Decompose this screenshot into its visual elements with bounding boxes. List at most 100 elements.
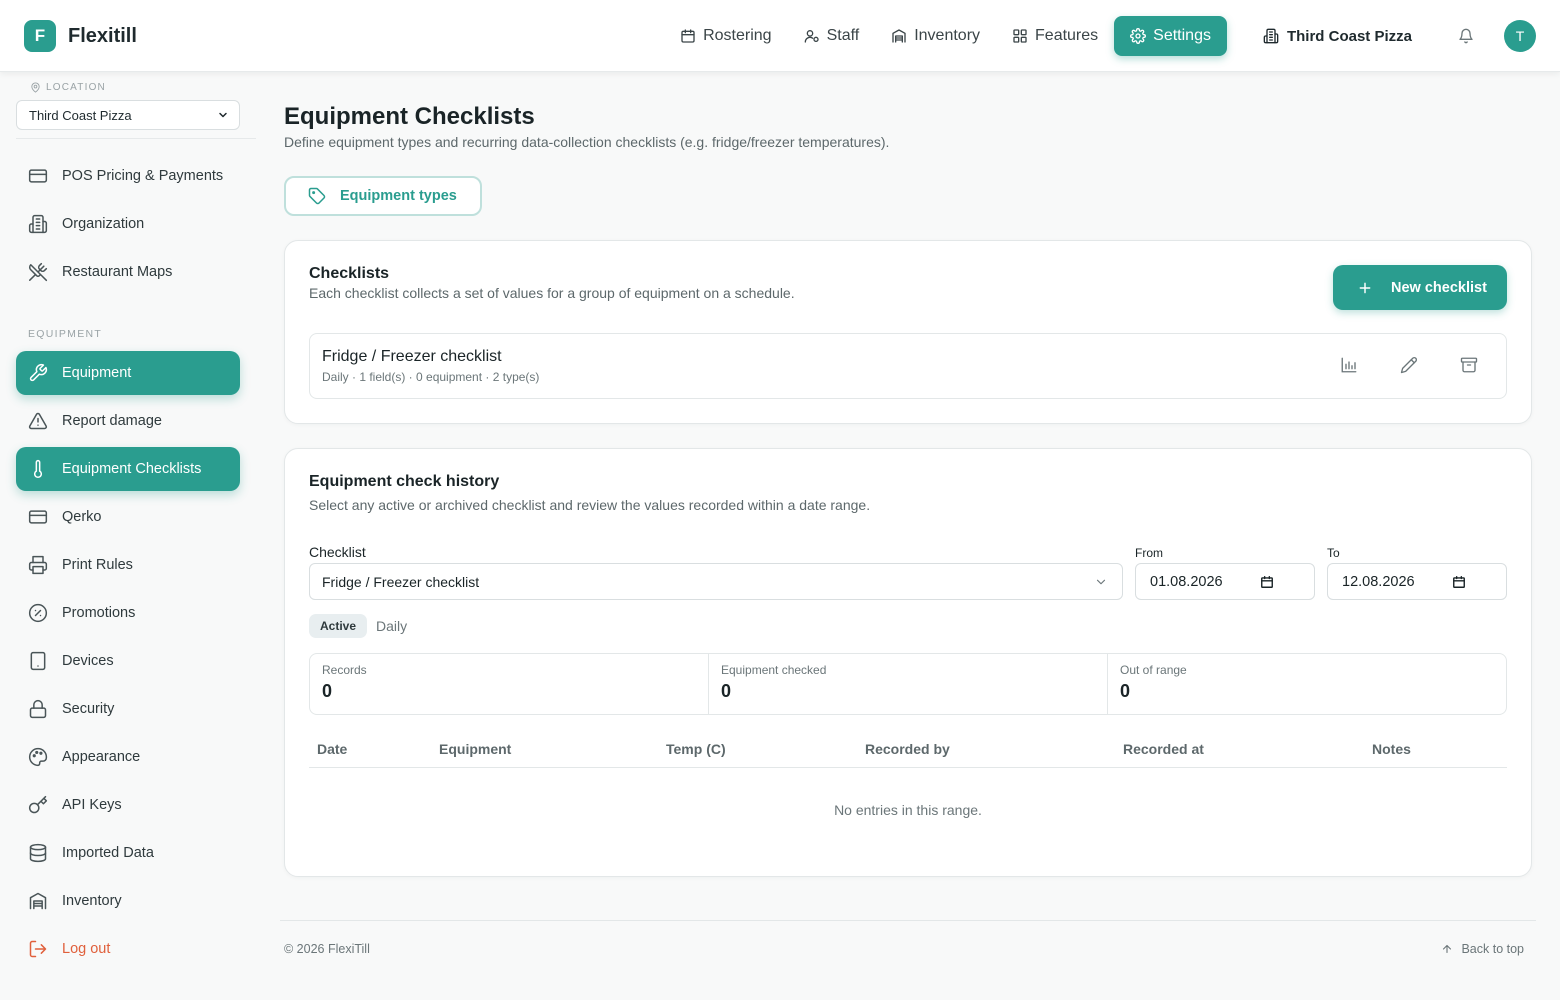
from-date-input[interactable]: 01.08.2026 xyxy=(1135,563,1315,600)
back-to-top-link[interactable]: Back to top xyxy=(1441,942,1524,956)
sidebar-item-label: Report damage xyxy=(62,413,162,429)
sidebar-item-promotions[interactable]: Promotions xyxy=(16,591,240,635)
thermometer-icon xyxy=(33,459,43,479)
brand-name: Flexitill xyxy=(68,24,137,47)
top-bar: F Flexitill Rostering Staff Inventory Fe… xyxy=(0,0,1560,72)
nav-inventory[interactable]: Inventory xyxy=(875,16,996,56)
sidebar-item-label: Devices xyxy=(62,653,114,669)
to-date-input[interactable]: 12.08.2026 xyxy=(1327,563,1507,600)
checklists-title: Checklists xyxy=(309,265,390,282)
column-header-temp[interactable]: Temp (C) xyxy=(666,741,726,757)
sidebar-item-label: Appearance xyxy=(62,749,141,765)
database-icon xyxy=(29,843,47,863)
column-header-recorded-by[interactable]: Recorded by xyxy=(865,741,950,757)
new-checklist-button[interactable]: New checklist xyxy=(1333,265,1507,310)
checklist-archive-button[interactable] xyxy=(1460,356,1480,376)
sidebar-divider xyxy=(16,138,256,139)
tablet-icon xyxy=(30,651,46,671)
sidebar-item-label: POS Pricing & Payments xyxy=(62,168,224,184)
stat-records: Records 0 xyxy=(310,654,709,714)
footer-copyright: © 2026 FlexiTill xyxy=(284,942,370,956)
sidebar-item-api-keys[interactable]: API Keys xyxy=(16,783,240,827)
brand[interactable]: F Flexitill xyxy=(24,20,137,52)
history-title: Equipment check history xyxy=(309,473,500,490)
equipment-types-button[interactable]: Equipment types xyxy=(284,176,482,216)
stat-label: Records xyxy=(322,663,367,677)
back-to-top-label: Back to top xyxy=(1461,942,1524,956)
sidebar-item-equipment[interactable]: Equipment xyxy=(16,351,240,395)
bar-chart-icon xyxy=(1341,357,1357,373)
pencil-icon xyxy=(1400,357,1417,374)
sidebar-item-logout[interactable]: Log out xyxy=(16,927,240,971)
equipment-types-label: Equipment types xyxy=(340,188,457,204)
palette-icon xyxy=(29,747,48,767)
history-card: Equipment check history Select any activ… xyxy=(284,448,1532,877)
sidebar-item-label: Inventory xyxy=(62,893,122,909)
sidebar-item-organization[interactable]: Organization xyxy=(16,202,240,246)
lock-icon xyxy=(29,699,47,719)
sidebar-item-inventory[interactable]: Inventory xyxy=(16,879,240,923)
sidebar-section-equipment: EQUIPMENT xyxy=(28,328,103,340)
sidebar-item-security[interactable]: Security xyxy=(16,687,240,731)
printer-icon xyxy=(28,555,48,575)
sidebar-item-label: Equipment Checklists xyxy=(62,461,202,477)
sidebar-item-label: Equipment xyxy=(62,365,132,381)
stat-value: 0 xyxy=(1120,681,1131,701)
sidebar-item-print-rules[interactable]: Print Rules xyxy=(16,543,240,587)
building-icon xyxy=(28,214,48,234)
utensils-icon xyxy=(28,262,48,282)
checklist-select[interactable]: Fridge / Freezer checklist xyxy=(309,563,1123,600)
checklist-stats-button[interactable] xyxy=(1340,356,1360,376)
to-label: To xyxy=(1327,546,1340,560)
staff-icon xyxy=(804,30,819,43)
sidebar-item-pos-pricing[interactable]: POS Pricing & Payments xyxy=(16,154,240,198)
calendar-icon xyxy=(1453,575,1465,588)
page-subtitle: Define equipment types and recurring dat… xyxy=(284,134,890,150)
sidebar-item-label: Imported Data xyxy=(62,845,154,861)
column-header-recorded-at[interactable]: Recorded at xyxy=(1123,741,1204,757)
bell-icon xyxy=(1459,28,1473,44)
location-label: LOCATION xyxy=(30,82,106,93)
checklist-row[interactable]: Fridge / Freezer checklist Daily · 1 fie… xyxy=(309,333,1507,399)
percent-icon xyxy=(28,603,48,623)
sidebar-item-report-damage[interactable]: Report damage xyxy=(16,399,240,443)
notifications-button[interactable] xyxy=(1446,16,1486,56)
sidebar-item-qerko[interactable]: Qerko xyxy=(16,495,240,539)
chevron-down-icon xyxy=(219,112,227,118)
sidebar-item-label: Security xyxy=(62,701,115,717)
building-icon xyxy=(1263,28,1279,44)
user-avatar[interactable]: T xyxy=(1504,20,1536,52)
sidebar-item-label: Print Rules xyxy=(62,557,133,573)
sidebar-item-label: Qerko xyxy=(62,509,102,525)
sidebar-item-restaurant-maps[interactable]: Restaurant Maps xyxy=(16,250,240,294)
checklist-edit-button[interactable] xyxy=(1400,356,1420,376)
sidebar-item-devices[interactable]: Devices xyxy=(16,639,240,683)
nav-location[interactable]: Third Coast Pizza xyxy=(1227,28,1432,45)
archive-icon xyxy=(1460,357,1478,373)
chevron-down-icon xyxy=(1096,579,1106,584)
key-icon xyxy=(28,795,48,814)
column-header-date[interactable]: Date xyxy=(317,741,347,757)
from-label: From xyxy=(1135,546,1163,560)
column-header-notes[interactable]: Notes xyxy=(1372,741,1411,757)
stat-out-of-range: Out of range 0 xyxy=(1108,654,1506,714)
sidebar-item-imported-data[interactable]: Imported Data xyxy=(16,831,240,875)
checklists-subtitle: Each checklist collects a set of values … xyxy=(309,285,795,301)
nav-rostering-label: Rostering xyxy=(703,27,772,44)
location-label-text: LOCATION xyxy=(46,82,106,93)
stat-equipment-checked: Equipment checked 0 xyxy=(709,654,1108,714)
location-select[interactable]: Third Coast Pizza xyxy=(16,100,240,130)
sidebar-item-appearance[interactable]: Appearance xyxy=(16,735,240,779)
nav-rostering[interactable]: Rostering xyxy=(664,16,787,56)
sidebar-item-equipment-checklists[interactable]: Equipment Checklists xyxy=(16,447,240,491)
nav-settings[interactable]: Settings xyxy=(1114,16,1227,56)
nav-staff-label: Staff xyxy=(826,27,860,44)
column-header-equipment[interactable]: Equipment xyxy=(439,741,511,757)
nav-staff[interactable]: Staff xyxy=(788,16,876,56)
from-date-value: 01.08.2026 xyxy=(1150,573,1223,590)
warehouse-icon xyxy=(892,29,906,43)
plus-icon xyxy=(1359,282,1371,293)
stat-value: 0 xyxy=(322,681,333,701)
nav-features[interactable]: Features xyxy=(996,16,1114,56)
brand-logo: F xyxy=(24,20,56,52)
